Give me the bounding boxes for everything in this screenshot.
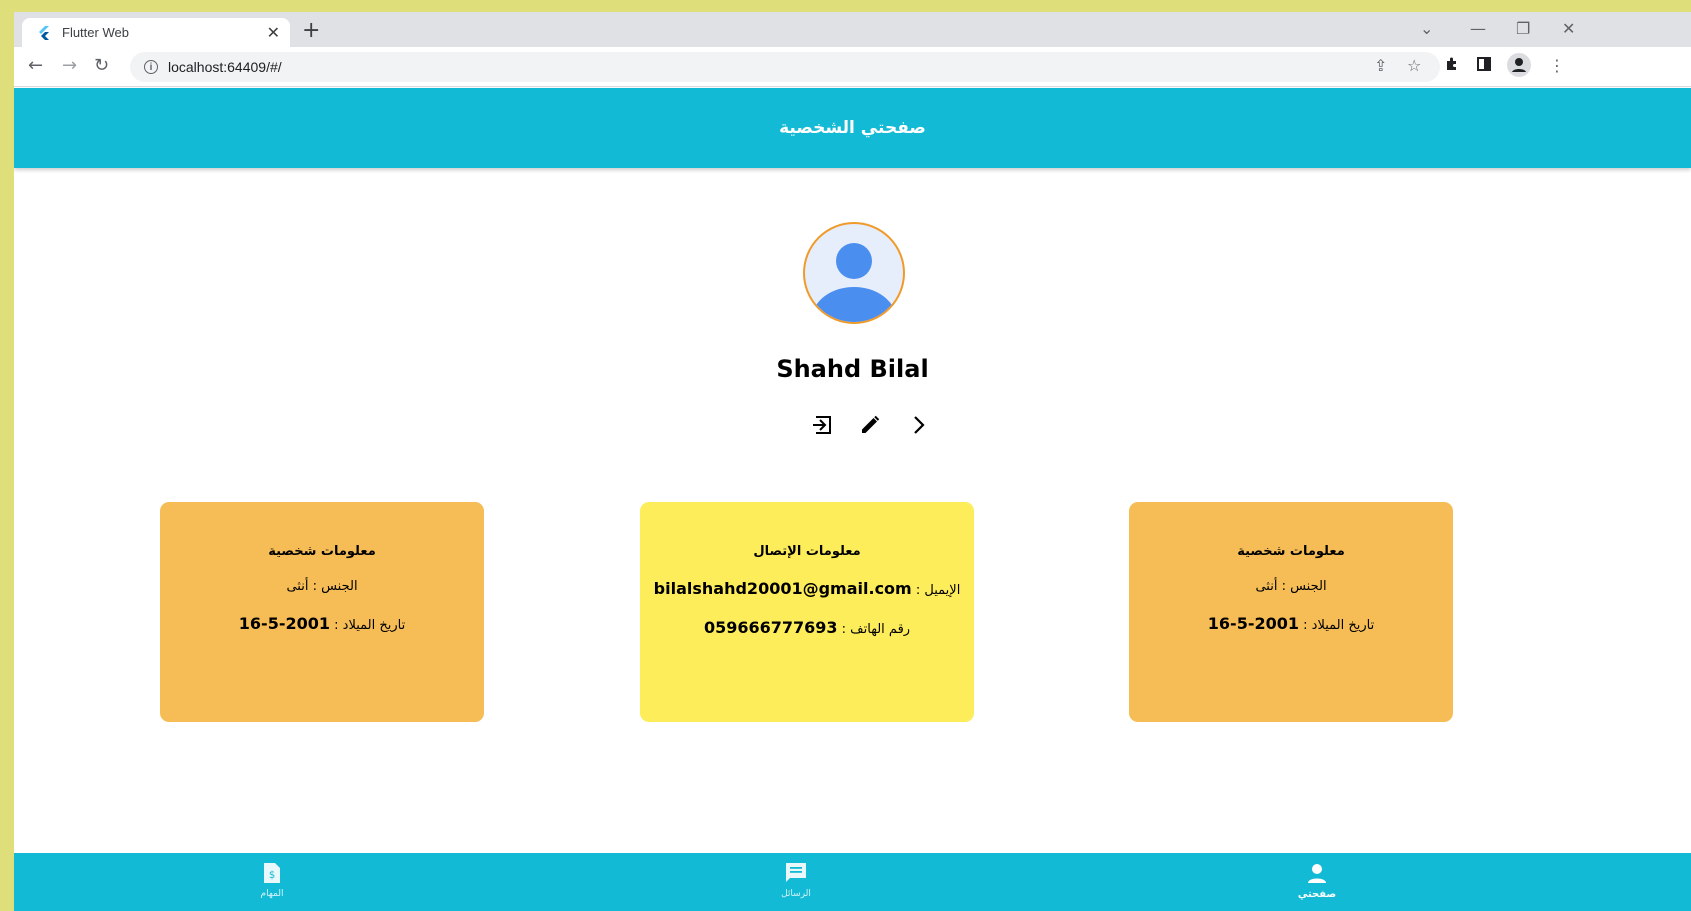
menu-icon[interactable]: ⋮ xyxy=(1549,56,1565,76)
profile-icon[interactable] xyxy=(1507,53,1531,82)
browser-toolbar: ← → ↻ i localhost:64409/#/ ⇪ ☆ ⋮ xyxy=(14,47,1691,87)
user-name: Shahd Bilal xyxy=(776,355,929,383)
phone-label: رقم الهاتف : xyxy=(841,622,911,637)
logout-icon[interactable] xyxy=(809,412,835,438)
nav-item-messages[interactable]: الرسائل xyxy=(726,861,866,899)
gender-row: الجنس : أنثى xyxy=(1129,579,1453,594)
svg-text:$: $ xyxy=(269,870,275,881)
nav-label-profile: صفحتي xyxy=(1297,889,1337,900)
nav-label-tasks: المهام xyxy=(260,889,284,899)
browser-window: Flutter Web ✕ + ⌄ — ❐ ✕ ← → ↻ i localhos… xyxy=(14,12,1691,911)
close-window-icon[interactable]: ✕ xyxy=(1562,19,1575,38)
sidepanel-icon[interactable] xyxy=(1476,56,1492,77)
bottom-navigation: $ المهام الرسائل صفحتي xyxy=(14,853,1691,911)
email-row: الإيميل : bilalshahd20001@gmail.com xyxy=(640,579,974,598)
page-title: صفحتي الشخصية xyxy=(779,118,926,138)
flutter-favicon-icon xyxy=(36,25,52,41)
card-title: معلومات شخصية xyxy=(1237,544,1345,559)
edit-icon[interactable] xyxy=(857,412,883,438)
close-tab-icon[interactable]: ✕ xyxy=(267,23,280,42)
tab-strip: Flutter Web ✕ + ⌄ — ❐ ✕ xyxy=(14,12,1691,47)
gender-value: أنثى xyxy=(286,579,309,594)
email-value: bilalshahd20001@gmail.com xyxy=(653,579,912,598)
nav-item-profile[interactable]: صفحتي xyxy=(1247,861,1387,900)
gender-value: أنثى xyxy=(1255,579,1278,594)
gender-label: الجنس : xyxy=(1281,579,1327,594)
gender-label: الجنس : xyxy=(312,579,358,594)
nav-label-messages: الرسائل xyxy=(781,889,811,899)
restore-icon[interactable]: ❐ xyxy=(1516,19,1530,38)
birth-value: 16-5-2001 xyxy=(238,614,330,633)
birth-label: تاريخ الميلاد : xyxy=(334,618,406,633)
extensions-icon[interactable] xyxy=(1444,56,1460,77)
birth-label: تاريخ الميلاد : xyxy=(1303,618,1375,633)
info-icon[interactable]: i xyxy=(144,60,158,74)
avatar xyxy=(803,222,905,324)
back-icon[interactable]: ← xyxy=(28,55,43,77)
card-title: معلومات شخصية xyxy=(268,544,376,559)
phone-value: 059666777693 xyxy=(703,618,838,637)
card-title: معلومات الإتصال xyxy=(753,544,861,559)
personal-info-card-right: معلومات شخصية الجنس : أنثى تاريخ الميلاد… xyxy=(1129,502,1453,722)
url-text[interactable]: localhost:64409/#/ xyxy=(168,59,282,75)
personal-info-card-left: معلومات شخصية الجنس : أنثى تاريخ الميلاد… xyxy=(160,502,484,722)
nav-item-tasks[interactable]: $ المهام xyxy=(202,861,342,899)
tasks-icon: $ xyxy=(264,863,280,883)
star-icon[interactable]: ☆ xyxy=(1407,56,1421,76)
new-tab-icon[interactable]: + xyxy=(302,20,320,42)
profile-actions xyxy=(809,412,931,438)
chevron-right-icon[interactable] xyxy=(905,412,931,438)
address-bar[interactable]: i localhost:64409/#/ xyxy=(130,52,1440,82)
email-label: الإيميل : xyxy=(915,583,961,598)
browser-tab[interactable]: Flutter Web ✕ xyxy=(22,18,290,47)
reload-icon[interactable]: ↻ xyxy=(94,55,109,77)
phone-row: رقم الهاتف : 059666777693 xyxy=(640,618,974,637)
messages-icon xyxy=(786,863,806,882)
birth-row: تاريخ الميلاد : 16-5-2001 xyxy=(1129,614,1453,633)
birth-row: تاريخ الميلاد : 16-5-2001 xyxy=(160,614,484,633)
person-icon xyxy=(1308,864,1326,883)
contact-info-card: معلومات الإتصال الإيميل : bilalshahd2000… xyxy=(640,502,974,722)
forward-icon[interactable]: → xyxy=(62,55,77,77)
birth-value: 16-5-2001 xyxy=(1207,614,1299,633)
share-icon[interactable]: ⇪ xyxy=(1374,56,1387,76)
person-avatar-icon xyxy=(812,243,896,322)
app-bar: صفحتي الشخصية xyxy=(14,88,1691,168)
gender-row: الجنس : أنثى xyxy=(160,579,484,594)
tab-search-icon[interactable]: ⌄ xyxy=(1420,19,1433,38)
minimize-icon[interactable]: — xyxy=(1470,19,1486,38)
tab-title: Flutter Web xyxy=(62,25,129,40)
